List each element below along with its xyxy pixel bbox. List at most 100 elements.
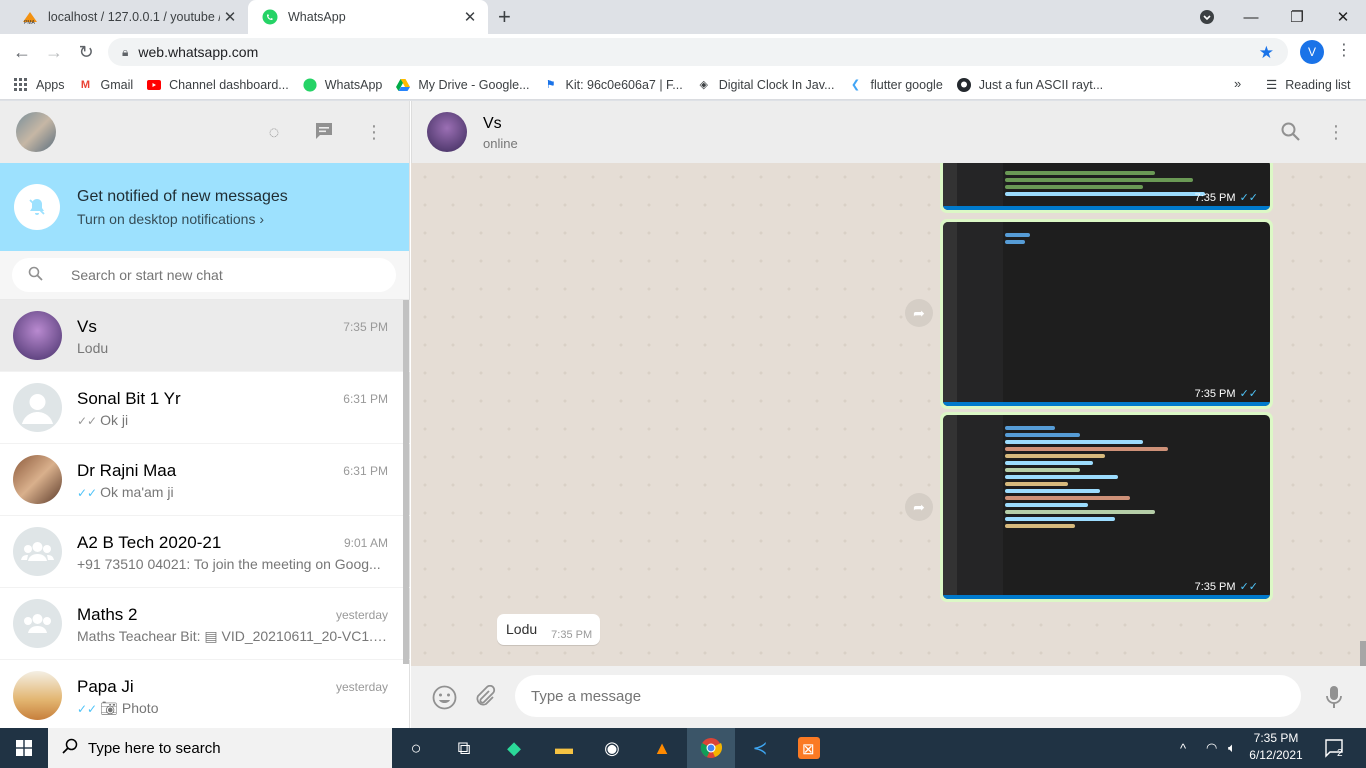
tray-chevron-icon[interactable]: ^ — [1180, 728, 1186, 768]
bookmark-channel[interactable]: Channel dashboard... — [147, 78, 289, 92]
code-screenshot-image: 7:35 PM ✓✓ — [943, 222, 1270, 406]
reading-list-icon: ☰ — [1266, 78, 1278, 92]
attach-icon[interactable] — [474, 684, 496, 713]
conversation-scrollbar[interactable] — [1360, 641, 1366, 666]
image-message[interactable]: 7:35 PM ✓✓ — [940, 412, 1273, 602]
notification-center-icon[interactable]: 2 — [1324, 728, 1352, 768]
chat-name: Maths 2 — [77, 605, 138, 624]
chat-item-vs[interactable]: Vs 7:35 PM Lodu — [0, 300, 410, 372]
youtube-icon — [147, 78, 162, 92]
image-message[interactable]: 7:35 PM ✓✓ — [940, 163, 1273, 213]
bookmark-ascii[interactable]: Just a fun ASCII rayt... — [956, 77, 1103, 92]
maximize-button[interactable]: ❐ — [1274, 0, 1320, 34]
tab-search-icon[interactable] — [1184, 0, 1230, 34]
chat-item-a2-btech[interactable]: A2 B Tech 2020-21 9:01 AM +91 73510 0402… — [0, 516, 410, 588]
back-arrow-icon[interactable]: ← — [6, 42, 38, 63]
address-bar[interactable]: 🔒︎ web.whatsapp.com ★ — [108, 38, 1288, 66]
group-avatar-icon — [13, 599, 62, 648]
tab-title: localhost / 127.0.0.1 / youtube / | — [48, 10, 220, 24]
close-tab-icon[interactable]: ✕ — [220, 8, 240, 26]
profile-avatar[interactable]: V — [1300, 40, 1324, 64]
reading-list-button[interactable]: ☰ Reading list — [1266, 77, 1351, 93]
cortana-icon[interactable]: ○ — [392, 728, 440, 768]
notification-link[interactable]: Turn on desktop notifications › — [77, 211, 264, 227]
search-box — [12, 258, 396, 292]
whatsapp-icon — [303, 77, 317, 92]
message-time: 7:35 PM — [551, 629, 593, 641]
default-avatar-icon — [13, 383, 62, 432]
bookmark-flutter[interactable]: ❮ flutter google — [849, 78, 943, 92]
bookmarks-bar: Apps M Gmail Channel dashboard... WhatsAp… — [0, 70, 1366, 100]
chat-list-scrollbar[interactable] — [403, 300, 409, 664]
chat-item-sonal[interactable]: Sonal Bit 1 Yr 6:31 PM ✓✓ Ok ji — [0, 372, 410, 444]
bookmark-whatsapp[interactable]: WhatsApp — [303, 77, 382, 92]
double-check-icon: ✓✓ — [77, 702, 98, 716]
chrome-icon[interactable] — [687, 728, 735, 768]
chat-item-maths-2[interactable]: Maths 2 yesterday Maths Teachear Bit: ▤ … — [0, 588, 410, 660]
my-avatar[interactable] — [16, 112, 56, 152]
search-bar — [0, 251, 409, 300]
clock-date: 6/12/2021 — [1249, 748, 1303, 762]
emoji-icon[interactable] — [432, 685, 457, 716]
obs-icon[interactable]: ◉ — [588, 728, 636, 768]
xampp-icon[interactable]: ⊠ — [785, 728, 833, 768]
codepen-icon: ◈ — [699, 79, 708, 91]
chat-last-message: ✓✓ Ok ma'am ji — [77, 484, 174, 500]
file-explorer-icon[interactable]: ▬ — [540, 728, 588, 768]
volume-icon[interactable]: 🔈︎ — [1228, 728, 1236, 768]
wifi-icon[interactable]: ◠ — [1206, 728, 1217, 768]
forward-icon[interactable]: ➦ — [905, 493, 933, 521]
chat-name: Sonal Bit 1 Yr — [77, 389, 181, 408]
browser-menu-icon[interactable]: ⋮ — [1336, 40, 1352, 60]
incoming-message[interactable]: Lodu 7:35 PM — [497, 614, 601, 645]
gmail-icon: M — [80, 78, 91, 91]
notification-banner[interactable]: Get notified of new messages Turn on des… — [0, 163, 409, 251]
chat-time: 6:31 PM — [343, 392, 388, 406]
tab-whatsapp[interactable]: WhatsApp ✕ — [248, 0, 488, 34]
whatsapp-app: ◌ ⋮ Get notified of new messages Turn on… — [0, 101, 1366, 728]
search-icon[interactable] — [1281, 122, 1300, 146]
bookmark-star-icon[interactable]: ★ — [1259, 43, 1274, 63]
vscode-icon[interactable]: ≺ — [736, 728, 784, 768]
chat-item-dr-rajni[interactable]: Dr Rajni Maa 6:31 PM ✓✓ Ok ma'am ji — [0, 444, 410, 516]
message-time: 7:35 PM ✓✓ — [1194, 388, 1258, 400]
double-check-icon: ✓✓ — [77, 414, 98, 428]
bookmark-gmail[interactable]: M Gmail — [79, 78, 133, 92]
windows-start-icon[interactable] — [0, 728, 48, 768]
taskbar-clock[interactable]: 7:35 PM 6/12/2021 — [1248, 730, 1304, 764]
bookmark-drive[interactable]: My Drive - Google... — [396, 78, 530, 92]
new-tab-button[interactable]: + — [498, 4, 511, 30]
minimize-button[interactable]: — — [1228, 0, 1274, 34]
forward-arrow-icon[interactable]: → — [38, 42, 70, 63]
bookmark-kit[interactable]: ⚑ Kit: 96c0e606a7 | F... — [544, 78, 683, 92]
conversation-header[interactable]: Vs online ⋮ — [411, 101, 1366, 163]
contact-avatar[interactable] — [427, 112, 467, 152]
double-check-icon: ✓✓ — [1239, 388, 1258, 400]
bookmark-digital-clock[interactable]: ◈ Digital Clock In Jav... — [697, 78, 834, 92]
vlc-icon[interactable]: ▲ — [638, 728, 686, 768]
microphone-icon[interactable] — [1325, 685, 1343, 715]
taskbar-search-placeholder: Type here to search — [88, 739, 221, 757]
task-view-icon[interactable]: ⧉ — [440, 728, 488, 768]
chat-item-papa-ji[interactable]: Papa Ji yesterday ✓✓ 📷︎ Photo — [0, 660, 410, 728]
close-window-button[interactable]: ✕ — [1320, 0, 1366, 34]
menu-icon[interactable]: ⋮ — [363, 121, 385, 143]
search-icon — [28, 266, 43, 285]
svg-text:⊠: ⊠ — [802, 741, 815, 758]
forward-icon[interactable]: ➦ — [905, 299, 933, 327]
close-tab-icon[interactable]: ✕ — [460, 8, 480, 26]
new-chat-icon[interactable] — [313, 121, 335, 143]
menu-icon[interactable]: ⋮ — [1327, 122, 1345, 143]
reload-icon[interactable]: ↻ — [70, 42, 102, 63]
tab-localhost[interactable]: PMA localhost / 127.0.0.1 / youtube / | … — [8, 0, 248, 34]
status-icon[interactable]: ◌ — [263, 121, 285, 143]
android-studio-icon[interactable]: ◆ — [490, 728, 538, 768]
bookmarks-overflow-button[interactable]: » — [1234, 76, 1241, 91]
search-input[interactable] — [71, 267, 361, 283]
message-input[interactable] — [515, 675, 1301, 717]
search-icon — [62, 738, 78, 759]
image-message[interactable]: 7:35 PM ✓✓ — [940, 219, 1273, 409]
bookmark-apps[interactable]: Apps — [14, 77, 65, 92]
browser-tab-strip: PMA localhost / 127.0.0.1 / youtube / | … — [0, 0, 1366, 34]
taskbar-search[interactable]: Type here to search — [48, 728, 392, 768]
